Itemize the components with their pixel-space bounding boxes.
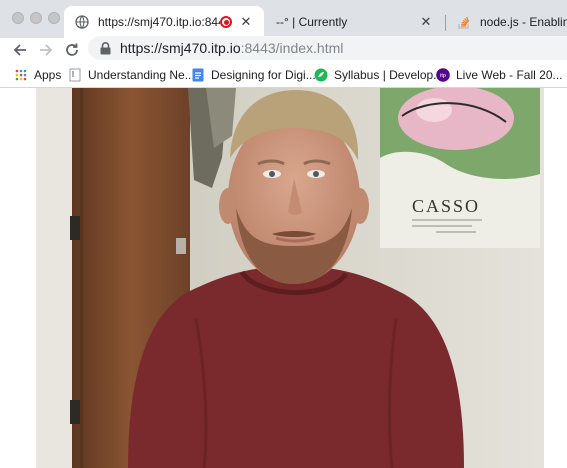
tab-close-button[interactable]: ✕ — [418, 14, 434, 30]
globe-icon — [74, 14, 90, 30]
bookmark-liveweb[interactable]: itp Live Web - Fall 20... — [436, 67, 563, 83]
tab-title: https://smj470.itp.io:8443/ — [98, 15, 220, 29]
back-arrow-icon — [13, 44, 26, 56]
recording-icon — [220, 16, 232, 28]
tab-title: --° | Currently — [276, 15, 348, 29]
bookmark-label: Designing for Digi... — [211, 68, 316, 82]
back-button[interactable] — [10, 40, 30, 60]
tab-strip: https://smj470.itp.io:8443/ ✕ --° | Curr… — [0, 0, 567, 38]
bookmark-label: Apps — [34, 68, 62, 82]
browser-toolbar: https://smj470.itp.io:8443/index.html — [0, 36, 567, 62]
svg-text:itp: itp — [440, 73, 446, 79]
window-zoom-button[interactable] — [48, 12, 60, 24]
bookmark-label: Live Web - Fall 20... — [456, 68, 563, 82]
tab-active[interactable]: https://smj470.itp.io:8443/ ✕ — [64, 6, 264, 38]
window-close-button[interactable] — [12, 12, 24, 24]
url-text: https://smj470.itp.io:8443/index.html — [120, 40, 344, 56]
address-bar[interactable]: https://smj470.itp.io:8443/index.html — [88, 36, 567, 60]
tab-title: node.js - Enabling HTTPS — [480, 15, 567, 29]
bookmark-understanding[interactable]: Understanding Ne... — [68, 67, 195, 83]
lock-icon — [98, 41, 112, 55]
page-icon — [68, 68, 82, 82]
forward-button[interactable] — [36, 40, 56, 60]
video-frame: CASSO — [36, 88, 544, 468]
forward-arrow-icon — [40, 44, 53, 56]
apps-grid-icon — [14, 68, 28, 82]
page-content: CASSO — [0, 88, 567, 468]
itp-icon: itp — [436, 68, 450, 82]
tab-nodejs[interactable]: node.js - Enabling HTTPS — [446, 6, 567, 38]
reload-button[interactable] — [62, 40, 82, 60]
bookmark-designing[interactable]: Designing for Digi... — [191, 67, 316, 83]
docs-icon — [191, 68, 205, 82]
poster-text: CASSO — [412, 196, 480, 216]
bookmark-label: Understanding Ne... — [88, 68, 195, 82]
tab-close-button[interactable]: ✕ — [238, 14, 254, 30]
window-minimize-button[interactable] — [30, 12, 42, 24]
bookmark-apps[interactable]: Apps — [14, 67, 61, 83]
bookmarks-bar: Apps Understanding Ne... Designing for D… — [0, 62, 567, 88]
leaf-icon — [314, 68, 328, 82]
bookmark-label: Syllabus | Develop... — [334, 68, 444, 82]
bookmark-syllabus[interactable]: Syllabus | Develop... — [314, 67, 443, 83]
reload-icon — [66, 43, 78, 56]
webcam-video: CASSO — [36, 88, 544, 468]
tab-currently[interactable]: --° | Currently ✕ — [264, 6, 444, 38]
stackoverflow-icon — [456, 14, 472, 30]
